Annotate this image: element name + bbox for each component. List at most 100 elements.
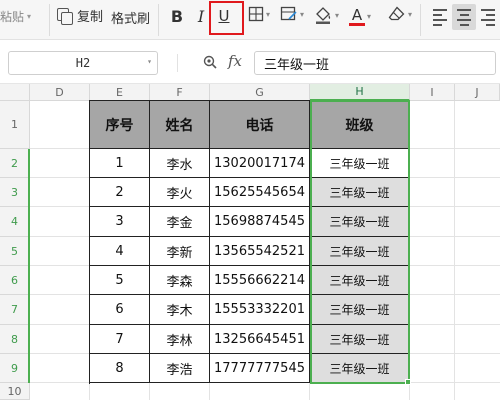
column-header-d[interactable]: D xyxy=(30,84,90,101)
ribbon-toolbar: 粘贴 ▾ 复制 格式刷 B I U ▾ ▾ ▾ A ▾ ▾ xyxy=(0,0,500,40)
font-color-bar xyxy=(349,23,365,26)
table-cell[interactable]: 李新 xyxy=(150,237,210,266)
cell-reference: H2 xyxy=(75,56,91,70)
copy-button[interactable]: 复制 xyxy=(57,6,103,25)
header-cell-phone[interactable]: 电话 xyxy=(210,101,310,149)
align-right-icon xyxy=(481,8,495,11)
table-cell[interactable]: 李火 xyxy=(150,178,210,207)
header-cell-name[interactable]: 姓名 xyxy=(150,101,210,149)
format-painter-button[interactable]: 格式刷 xyxy=(111,8,150,27)
row-header-1[interactable]: 1 xyxy=(0,101,30,149)
row-header-5[interactable]: 5 xyxy=(0,237,30,266)
zoom-icon[interactable] xyxy=(203,55,217,69)
fill-handle[interactable] xyxy=(405,379,411,385)
row-header-6[interactable]: 6 xyxy=(0,266,30,295)
toolbar-divider xyxy=(420,4,421,36)
table-cell[interactable]: 6 xyxy=(90,295,150,325)
fx-icon[interactable]: fx xyxy=(228,52,242,70)
table-cell[interactable]: 13565542521 xyxy=(210,237,310,266)
formula-divider xyxy=(177,54,178,72)
gridline xyxy=(454,101,455,400)
fill-color-button[interactable]: ▾ xyxy=(313,6,339,24)
column-header-g[interactable]: G xyxy=(210,84,310,101)
font-color-icon: A xyxy=(349,6,365,26)
paste-label: 粘贴 xyxy=(0,10,25,24)
chevron-down-icon[interactable]: ▾ xyxy=(27,12,31,21)
align-left-icon xyxy=(433,8,447,11)
copy-label: 复制 xyxy=(77,10,104,25)
column-header-i[interactable]: I xyxy=(410,84,455,101)
active-cell[interactable]: 三年级一班 xyxy=(310,149,410,178)
align-left-button[interactable] xyxy=(428,4,452,30)
align-center-button[interactable] xyxy=(452,4,476,30)
row-header-10[interactable]: 10 xyxy=(0,383,30,400)
row-selection-accent xyxy=(28,149,30,383)
chevron-down-icon[interactable]: ▾ xyxy=(266,10,270,19)
highlight-box xyxy=(209,1,244,35)
table-cell[interactable]: 3 xyxy=(90,207,150,237)
chevron-down-icon[interactable]: ▾ xyxy=(408,10,412,19)
paste-button[interactable]: 粘贴 ▾ xyxy=(0,8,31,25)
table-cell[interactable]: 8 xyxy=(90,354,150,383)
table-cell[interactable]: 1 xyxy=(90,149,150,178)
table-cell[interactable]: 17777777545 xyxy=(210,354,310,383)
row-header-3[interactable]: 3 xyxy=(0,178,30,207)
font-color-letter: A xyxy=(351,6,363,24)
table-cell[interactable]: 15553332201 xyxy=(210,295,310,325)
table-cell[interactable]: 三年级一班 xyxy=(310,237,410,266)
column-header-e[interactable]: E xyxy=(90,84,150,101)
table-cell[interactable]: 15698874545 xyxy=(210,207,310,237)
align-center-icon xyxy=(457,8,471,11)
toolbar-divider xyxy=(49,4,50,36)
italic-icon: I xyxy=(197,6,205,26)
format-painter-label: 格式刷 xyxy=(111,12,151,27)
row-header-2[interactable]: 2 xyxy=(0,149,30,178)
table-cell[interactable]: 李金 xyxy=(150,207,210,237)
table-cell[interactable]: 李林 xyxy=(150,325,210,354)
borders-icon xyxy=(248,6,264,22)
table-cell[interactable]: 15625545654 xyxy=(210,178,310,207)
chevron-down-icon[interactable]: ▾ xyxy=(300,10,304,19)
table-cell[interactable]: 5 xyxy=(90,266,150,295)
fill-bucket-icon xyxy=(316,7,331,24)
column-header-f[interactable]: F xyxy=(150,84,210,101)
table-cell[interactable]: 三年级一班 xyxy=(310,354,410,383)
table-cell[interactable]: 13020017174 xyxy=(210,149,310,178)
conditional-format-button[interactable]: ▾ xyxy=(280,6,304,22)
chevron-down-icon[interactable]: ▾ xyxy=(335,11,339,20)
header-cell-index[interactable]: 序号 xyxy=(90,101,150,149)
copy-icon xyxy=(57,7,73,25)
table-cell[interactable]: 7 xyxy=(90,325,150,354)
table-cell[interactable]: 三年级一班 xyxy=(310,207,410,237)
font-color-button[interactable]: A ▾ xyxy=(349,6,371,26)
table-cell[interactable]: 2 xyxy=(90,178,150,207)
row-header-7[interactable]: 7 xyxy=(0,295,30,325)
row-header-4[interactable]: 4 xyxy=(0,207,30,237)
table-cell[interactable]: 李森 xyxy=(150,266,210,295)
chevron-down-icon[interactable]: ▾ xyxy=(147,57,152,66)
formula-input[interactable]: 三年级一班 xyxy=(254,51,496,75)
header-cell-class[interactable]: 班级 xyxy=(310,101,410,149)
row-header-8[interactable]: 8 xyxy=(0,325,30,354)
row-header-9[interactable]: 9 xyxy=(0,354,30,383)
name-box[interactable]: H2 ▾ xyxy=(8,51,158,75)
table-cell[interactable]: 李木 xyxy=(150,295,210,325)
align-right-button[interactable] xyxy=(476,4,500,30)
column-header-h[interactable]: H xyxy=(310,84,410,101)
select-all-corner[interactable] xyxy=(0,84,30,101)
table-cell[interactable]: 13256645451 xyxy=(210,325,310,354)
table-cell[interactable]: 三年级一班 xyxy=(310,266,410,295)
chevron-down-icon[interactable]: ▾ xyxy=(367,12,371,21)
table-cell[interactable]: 三年级一班 xyxy=(310,325,410,354)
table-cell[interactable]: 李浩 xyxy=(150,354,210,383)
borders-button[interactable]: ▾ xyxy=(248,6,270,22)
clear-format-button[interactable]: ▾ xyxy=(388,6,412,22)
conditional-format-icon xyxy=(280,6,297,21)
bold-button[interactable]: B xyxy=(166,4,188,28)
table-cell[interactable]: 三年级一班 xyxy=(310,295,410,325)
table-cell[interactable]: 李水 xyxy=(150,149,210,178)
column-header-j[interactable]: J xyxy=(455,84,500,101)
table-cell[interactable]: 4 xyxy=(90,237,150,266)
table-cell[interactable]: 15556662214 xyxy=(210,266,310,295)
table-cell[interactable]: 三年级一班 xyxy=(310,178,410,207)
